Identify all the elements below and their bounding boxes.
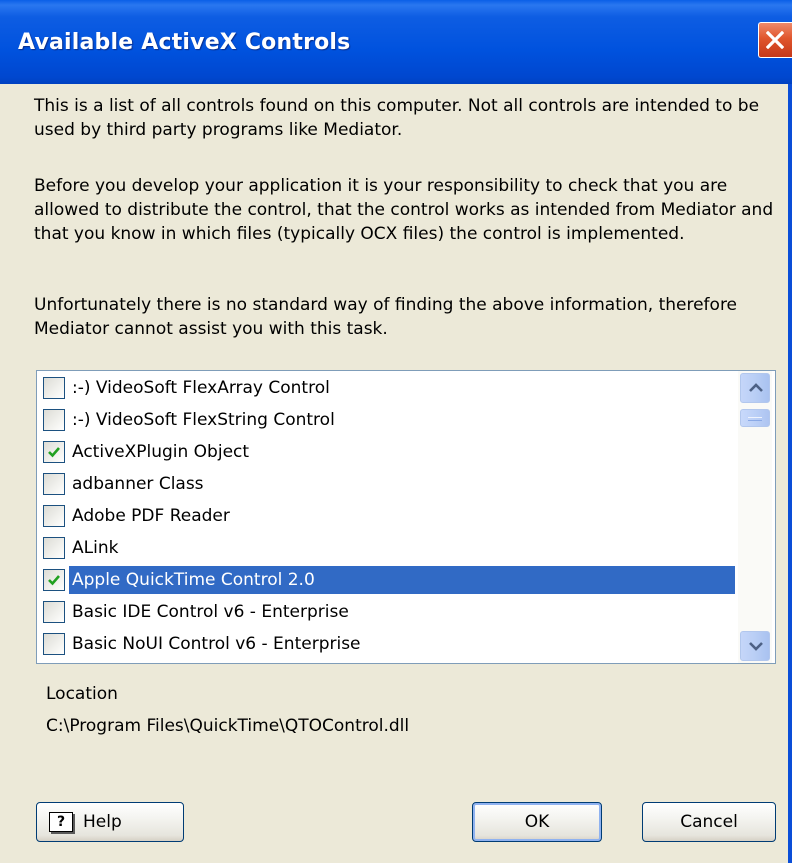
list-item[interactable]: :-) VideoSoft FlexArray Control xyxy=(39,372,739,404)
dialog-window: Available ActiveX Controls This is a lis… xyxy=(0,0,792,863)
help-book-icon: ? xyxy=(49,812,73,832)
list-item[interactable]: ActiveXPlugin Object xyxy=(39,436,739,468)
checkmark-icon xyxy=(48,447,60,458)
intro-paragraph-2: Before you develop your application it i… xyxy=(34,176,774,244)
list-item[interactable]: Apple QuickTime Control 2.0 xyxy=(39,564,739,596)
close-icon xyxy=(766,31,784,49)
cancel-button[interactable]: Cancel xyxy=(642,802,776,842)
ok-button-label: OK xyxy=(524,812,550,832)
checkbox[interactable] xyxy=(43,473,65,495)
help-button[interactable]: ? Help xyxy=(36,802,184,842)
list-item-label: Basic IDE Control v6 - Enterprise xyxy=(72,602,349,622)
ok-button[interactable]: OK xyxy=(472,802,602,842)
list-item-label: Apple QuickTime Control 2.0 xyxy=(69,566,735,594)
list-item[interactable]: Basic IDE Control v6 - Enterprise xyxy=(39,596,739,628)
list-item[interactable]: adbanner Class xyxy=(39,468,739,500)
list-item-label: Basic NoUI Control v6 - Enterprise xyxy=(72,634,361,654)
list-item-label: :-) VideoSoft FlexArray Control xyxy=(72,378,330,398)
chevron-up-icon xyxy=(749,383,763,392)
list-item[interactable]: Basic NoUI Control v6 - Enterprise xyxy=(39,628,739,660)
list-item-label: ActiveXPlugin Object xyxy=(72,442,250,462)
checkbox[interactable] xyxy=(43,569,65,591)
list-item[interactable]: ALink xyxy=(39,532,739,564)
scroll-thumb[interactable] xyxy=(740,409,770,427)
list-item[interactable]: :-) VideoSoft FlexString Control xyxy=(39,404,739,436)
window-title: Available ActiveX Controls xyxy=(18,30,351,55)
checkbox[interactable] xyxy=(43,377,65,399)
checkbox[interactable] xyxy=(43,633,65,655)
list-item-label: ALink xyxy=(72,538,119,558)
list-item-label: Adobe PDF Reader xyxy=(72,506,230,526)
checkbox[interactable] xyxy=(43,409,65,431)
list-item-label: adbanner Class xyxy=(72,474,204,494)
list-item-label: :-) VideoSoft FlexString Control xyxy=(72,410,335,430)
checkbox[interactable] xyxy=(43,505,65,527)
list-item[interactable]: Adobe PDF Reader xyxy=(39,500,739,532)
chevron-down-icon xyxy=(749,642,763,651)
checkbox[interactable] xyxy=(43,601,65,623)
cancel-button-label: Cancel xyxy=(680,812,738,832)
window-frame-right xyxy=(788,84,792,863)
help-button-label: Help xyxy=(83,812,122,832)
scroll-down-button[interactable] xyxy=(740,631,770,661)
scroll-up-button[interactable] xyxy=(740,373,770,403)
intro-paragraph-3: Unfortunately there is no standard way o… xyxy=(34,295,738,339)
checkmark-icon xyxy=(48,575,60,586)
location-path: C:\Program Files\QuickTime\QTOControl.dl… xyxy=(46,716,410,736)
controls-listbox[interactable]: :-) VideoSoft FlexArray Control :-) Video… xyxy=(36,370,776,664)
intro-paragraph-1: This is a list of all controls found on … xyxy=(34,96,760,140)
location-label: Location xyxy=(46,684,118,704)
checkbox[interactable] xyxy=(43,537,65,559)
title-bar[interactable]: Available ActiveX Controls xyxy=(0,0,792,84)
close-button[interactable] xyxy=(758,22,792,58)
checkbox[interactable] xyxy=(43,441,65,463)
listbox-scrollbar[interactable] xyxy=(738,371,772,663)
